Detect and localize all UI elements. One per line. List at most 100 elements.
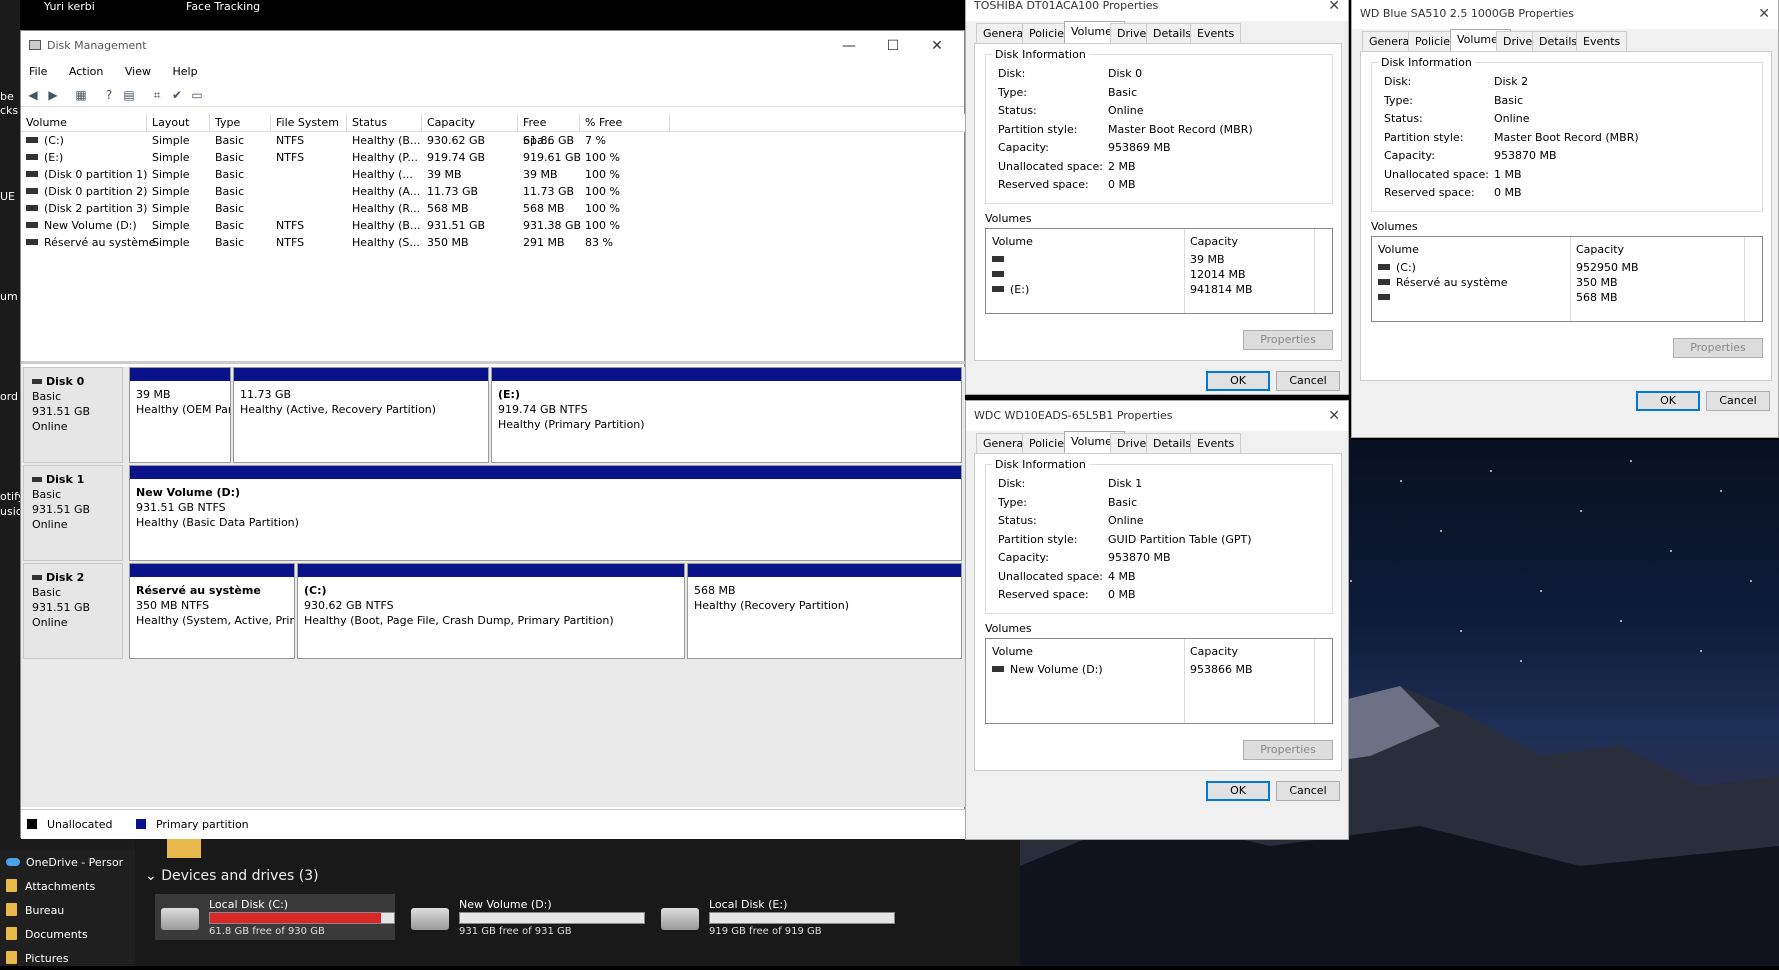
nav-item-documents[interactable]: Documents [6, 924, 88, 946]
dialog-title-bar[interactable]: TOSHIBA DT01ACA100 Properties ✕ [966, 0, 1348, 21]
properties-icon[interactable]: ▭ [189, 87, 205, 103]
drive-e[interactable]: Local Disk (E:) 919 GB free of 919 GB [655, 894, 895, 940]
dialog-title-bar[interactable]: WDC WD10EADS-65L5B1 Properties ✕ [966, 401, 1348, 431]
col-capacity-header[interactable]: Capacity [1190, 645, 1238, 658]
nav-item-attachments[interactable]: Attachments [6, 876, 95, 898]
partition-block[interactable]: (C:) 930.62 GB NTFS Healthy (Boot, Page … [297, 563, 685, 659]
devices-header[interactable]: ⌄ Devices and drives (3) [145, 868, 319, 884]
partition-block[interactable]: (E:) 919.74 GB NTFS Healthy (Primary Par… [491, 367, 962, 463]
tab-events[interactable]: Events [1190, 23, 1242, 43]
partition-block[interactable]: New Volume (D:) 931.51 GB NTFS Healthy (… [129, 465, 962, 561]
cell-text: Basic [215, 236, 245, 249]
volumes-label: Volumes [985, 212, 1032, 225]
explorer-nav-pane: OneDrive - Persor Attachments Bureau Doc… [0, 850, 135, 966]
disk-0-row: Disk 0 Basic 931.51 GB Online 39 MB Heal… [21, 367, 965, 465]
table-row[interactable]: (C:) Simple Basic NTFS Healthy (B... 930.62 G… [21, 132, 965, 149]
table-row[interactable]: (Disk 0 partition 2) Simple Basic Healthy (… [21, 183, 965, 200]
menu-view[interactable]: View [125, 65, 151, 78]
disk-label[interactable]: Disk 0 Basic 931.51 GB Online [23, 367, 123, 463]
col-filesystem[interactable]: File System [271, 114, 347, 132]
tab-events[interactable]: Events [1190, 433, 1242, 453]
disk-label[interactable]: Disk 1 Basic 931.51 GB Online [23, 465, 123, 561]
close-button[interactable]: ✕ [915, 31, 959, 61]
connect-icon[interactable]: ⌗ [149, 87, 165, 103]
volume-capacity: 39 MB [1190, 253, 1225, 266]
volumes-list[interactable]: Volume Capacity (C:) 952950 MB Réservé au sy… [1371, 236, 1763, 322]
volume-list-item[interactable]: New Volume (D:) [992, 663, 1103, 676]
ok-button[interactable]: OK [1636, 391, 1700, 411]
table-row[interactable]: (E:) Simple Basic NTFS Healthy (P... 919.74 G… [21, 149, 965, 166]
help-icon[interactable]: ? [101, 87, 117, 103]
col-volume-header[interactable]: Volume [1378, 243, 1419, 256]
volumes-list[interactable]: Volume Capacity New Volume (D:) 953866 MB [985, 638, 1333, 724]
volume-list-item[interactable] [992, 253, 1010, 266]
list-view-icon[interactable]: ▤ [121, 87, 137, 103]
nav-item-onedrive[interactable]: OneDrive - Persor [6, 852, 123, 874]
partition-name: (E:) [498, 388, 520, 401]
col-layout[interactable]: Layout [147, 114, 210, 132]
col-free-space[interactable]: Free Spa... [518, 114, 580, 147]
disk-name: Disk 2 [32, 570, 114, 585]
star [1400, 480, 1402, 482]
volume-list-item[interactable] [992, 268, 1010, 281]
check-icon[interactable]: ✔ [169, 87, 185, 103]
col-type[interactable]: Type [210, 114, 271, 132]
volume-list-item[interactable]: (C:) [1378, 261, 1416, 274]
volume-list-item[interactable]: Réservé au système [1378, 276, 1507, 289]
minimize-button[interactable]: — [827, 31, 871, 61]
menu-file[interactable]: File [29, 65, 47, 78]
col-volume[interactable]: Volume [21, 114, 147, 132]
table-row[interactable]: (Disk 0 partition 1) Simple Basic Healthy (… [21, 166, 965, 183]
nav-item-bureau[interactable]: Bureau [6, 900, 64, 922]
nav-item-pictures[interactable]: Pictures [6, 948, 69, 970]
volume-icon [992, 666, 1004, 672]
volumes-list[interactable]: Volume Capacity 39 MB 12014 MB (E:) 941814 MB [985, 228, 1333, 314]
drive-d[interactable]: New Volume (D:) 931 GB free of 931 GB [405, 894, 645, 940]
col-volume-header[interactable]: Volume [992, 235, 1033, 248]
col-volume-header[interactable]: Volume [992, 645, 1033, 658]
disk-info-group: Disk Information Disk: Disk 1 Type: Basic Sta… [985, 458, 1333, 614]
dialog-title-bar[interactable]: WD Blue SA510 2.5 1000GB Properties ✕ [1352, 0, 1778, 29]
maximize-button[interactable]: ☐ [871, 31, 915, 61]
table-row[interactable]: Réservé au système Simple Basic NTFS Healthy… [21, 234, 965, 251]
col-capacity-header[interactable]: Capacity [1190, 235, 1238, 248]
partition-block[interactable]: 11.73 GB Healthy (Active, Recovery Parti… [233, 367, 489, 463]
close-icon[interactable]: ✕ [1328, 0, 1340, 21]
cancel-button[interactable]: Cancel [1276, 781, 1340, 801]
close-icon[interactable]: ✕ [1328, 401, 1340, 431]
volume-list-item[interactable]: (E:) [992, 283, 1029, 296]
console-tree-icon[interactable]: ▦ [73, 87, 89, 103]
tab-events[interactable]: Events [1576, 31, 1628, 51]
properties-button[interactable]: Properties [1673, 338, 1763, 358]
desktop-fragment: ord [0, 390, 19, 403]
ok-button[interactable]: OK [1206, 371, 1270, 391]
info-value: Master Boot Record (MBR) [1494, 130, 1639, 144]
back-arrow-icon[interactable]: ◀ [25, 87, 41, 103]
forward-arrow-icon[interactable]: ▶ [45, 87, 61, 103]
cancel-button[interactable]: Cancel [1276, 371, 1340, 391]
ok-button[interactable]: OK [1206, 781, 1270, 801]
col-status[interactable]: Status [347, 114, 422, 132]
partition-block[interactable]: 568 MB Healthy (Recovery Partition) [687, 563, 962, 659]
disk-label[interactable]: Disk 2 Basic 931.51 GB Online [23, 563, 123, 659]
close-icon[interactable]: ✕ [1758, 0, 1770, 29]
col-capacity-header[interactable]: Capacity [1576, 243, 1624, 256]
table-cell: 83 % [580, 234, 613, 251]
title-bar[interactable]: Disk Management — ☐ ✕ [21, 31, 964, 61]
table-row[interactable]: (Disk 2 partition 3) Simple Basic Healthy (… [21, 200, 965, 217]
menu-help[interactable]: Help [172, 65, 197, 78]
properties-button[interactable]: Properties [1243, 330, 1333, 350]
col-capacity[interactable]: Capacity [422, 114, 518, 132]
star [1490, 470, 1492, 472]
menu-action[interactable]: Action [69, 65, 103, 78]
cell-text: Basic [215, 219, 245, 232]
volume-list-item[interactable] [1378, 291, 1396, 304]
col-percent-free[interactable]: % Free [580, 114, 670, 132]
table-row[interactable]: New Volume (D:) Simple Basic NTFS Healthy (B… [21, 217, 965, 234]
cancel-button[interactable]: Cancel [1706, 391, 1770, 411]
table-cell: Simple [147, 183, 190, 200]
partition-block[interactable]: Réservé au système 350 MB NTFS Healthy (… [129, 563, 295, 659]
properties-button[interactable]: Properties [1243, 740, 1333, 760]
partition-block[interactable]: 39 MB Healthy (OEM Part [129, 367, 231, 463]
drive-c[interactable]: Local Disk (C:) 61.8 GB free of 930 GB [155, 894, 395, 940]
